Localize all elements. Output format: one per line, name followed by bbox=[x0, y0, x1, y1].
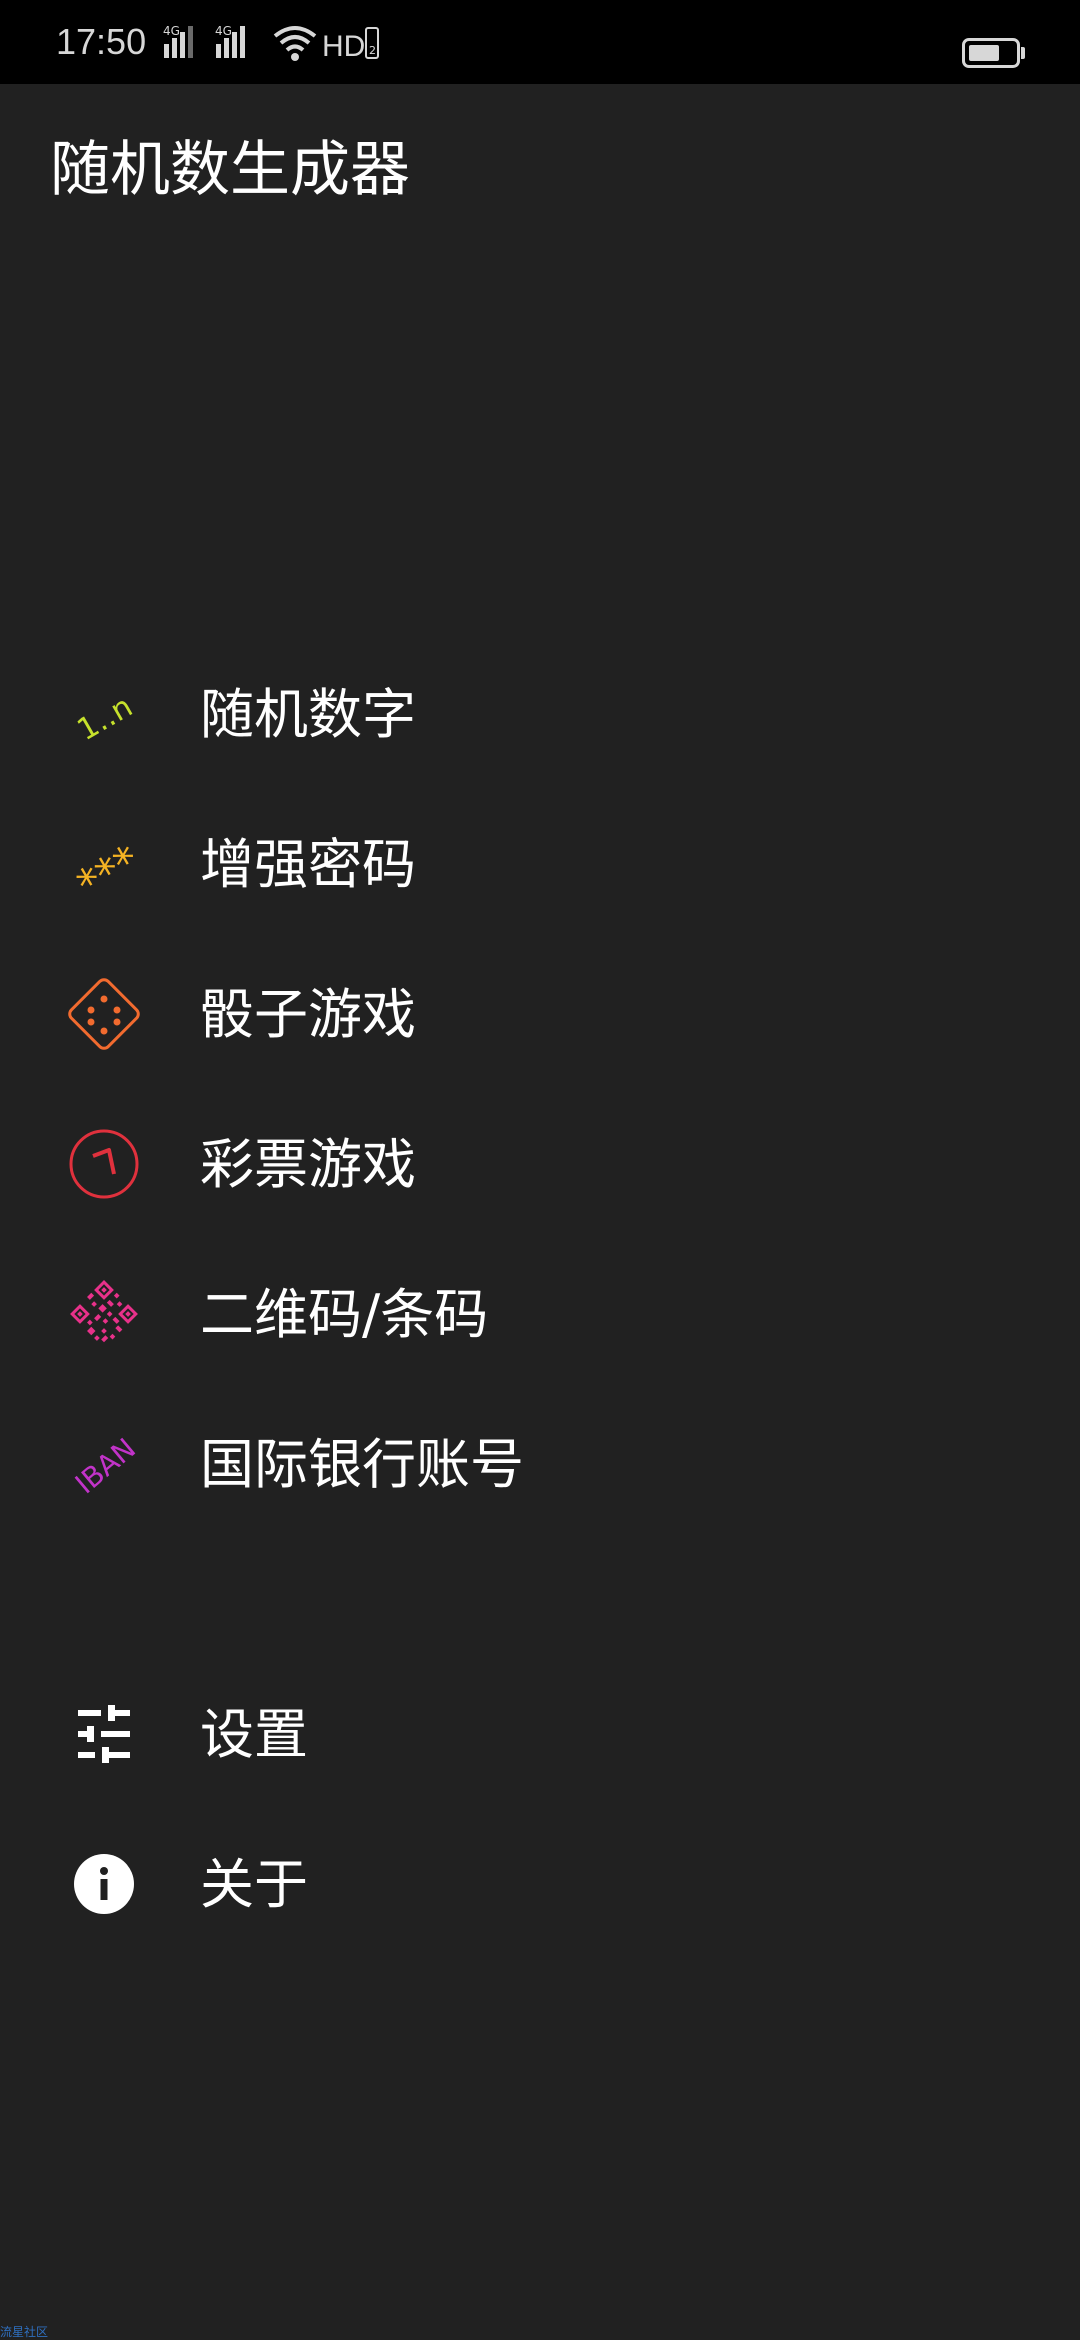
password-icon-text: *** bbox=[69, 836, 148, 910]
number-range-icon: 1..n bbox=[72, 689, 139, 748]
info-icon bbox=[74, 1854, 134, 1914]
iban-icon-text: IBAN bbox=[69, 1432, 142, 1501]
battery-cap bbox=[1021, 47, 1025, 59]
number-range-icon-text: 1..n bbox=[72, 689, 139, 748]
dice-icon bbox=[68, 978, 140, 1050]
menu-item-lottery[interactable]: 彩票游戏 bbox=[0, 1086, 1080, 1236]
watermark: 流星社区 bbox=[0, 2325, 49, 2339]
qr-code-icon bbox=[70, 1280, 138, 1343]
menu-item-random-number[interactable]: 1..n 随机数字 bbox=[0, 636, 1080, 786]
hd-sub: 2 bbox=[369, 44, 376, 57]
menu-item-settings[interactable]: 设置 bbox=[0, 1656, 1080, 1806]
settings-sliders-icon bbox=[78, 1705, 130, 1763]
menu-item-password[interactable]: *** 增强密码 bbox=[0, 786, 1080, 936]
menu-item-label: 随机数字 bbox=[200, 683, 416, 746]
password-icon: *** bbox=[69, 836, 148, 910]
menu-item-label: 设置 bbox=[200, 1703, 308, 1766]
battery-icon bbox=[962, 38, 1020, 68]
menu-item-label: 国际银行账号 bbox=[200, 1433, 524, 1496]
signal-2-label: 4G bbox=[215, 24, 232, 38]
battery-level bbox=[969, 45, 999, 61]
menu-item-qr-code[interactable]: 二维码/条码 bbox=[0, 1236, 1080, 1386]
status-bar: 17:50 4G 4G HD 2 bbox=[0, 0, 1080, 84]
page-title: 随机数生成器 bbox=[50, 135, 410, 205]
iban-icon: IBAN bbox=[69, 1432, 142, 1501]
menu-item-label: 彩票游戏 bbox=[200, 1133, 416, 1196]
menu-item-about[interactable]: 关于 bbox=[0, 1806, 1080, 1956]
menu-item-dice[interactable]: 骰子游戏 bbox=[0, 936, 1080, 1086]
wifi-icon bbox=[273, 26, 317, 61]
menu-item-label: 二维码/条码 bbox=[200, 1283, 489, 1346]
hd-icon: HD 2 bbox=[322, 27, 379, 63]
menu-item-label: 关于 bbox=[200, 1853, 308, 1916]
lottery-icon bbox=[69, 1129, 139, 1199]
status-time: 17:50 bbox=[56, 21, 147, 62]
menu-item-label: 增强密码 bbox=[200, 833, 416, 896]
menu-item-iban[interactable]: IBAN 国际银行账号 bbox=[0, 1386, 1080, 1536]
hd-label: HD bbox=[322, 30, 365, 63]
signal-4g-icon: 4G bbox=[215, 24, 245, 58]
signal-1-label: 4G bbox=[163, 24, 180, 38]
menu-item-label: 骰子游戏 bbox=[200, 983, 416, 1046]
signal-4g-icon: 4G bbox=[163, 24, 193, 58]
